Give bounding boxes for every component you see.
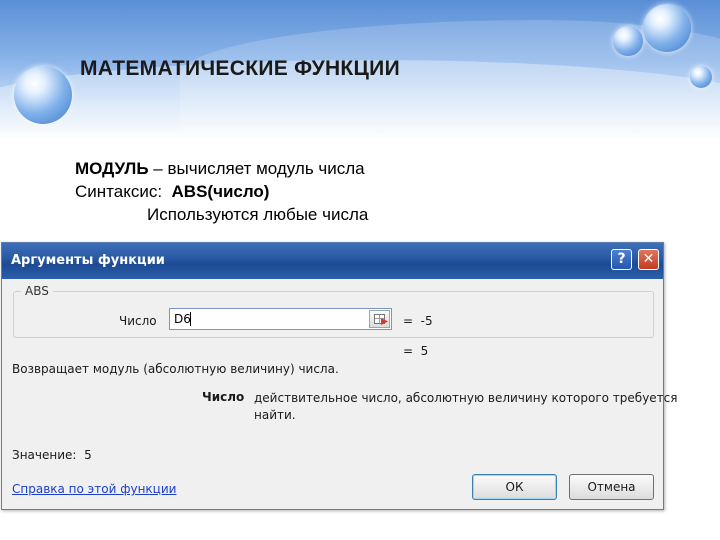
decorative-bubble: [14, 66, 72, 124]
argument-label: Число: [119, 314, 157, 328]
decorative-bubble: [613, 26, 643, 56]
slide-body: МОДУЛЬ – вычисляет модуль числа Синтакси…: [75, 157, 368, 226]
help-on-function-link[interactable]: Справка по этой функции: [12, 482, 176, 496]
formula-result-value: Значение: 5: [12, 448, 92, 462]
slide-title: МАТЕМАТИЧЕСКИЕ ФУНКЦИИ: [80, 57, 400, 80]
cancel-button[interactable]: Отмена: [569, 474, 654, 500]
function-result: = 5: [403, 344, 429, 358]
decorative-bubble: [643, 4, 691, 52]
function-name-legend: ABS: [21, 284, 53, 298]
argument-help-name: Число: [202, 390, 245, 404]
range-select-icon[interactable]: [369, 310, 390, 328]
close-icon[interactable]: ✕: [638, 249, 659, 270]
text-caret: [190, 312, 191, 326]
function-arguments-dialog: Аргументы функции ? ✕ ABS Число D6 = -5 …: [1, 242, 677, 510]
body-line-1: МОДУЛЬ – вычисляет модуль числа: [75, 157, 368, 180]
ok-button[interactable]: ОК: [472, 474, 557, 500]
syntax-value: ABS(число): [171, 182, 270, 201]
dialog-title: Аргументы функции: [11, 253, 165, 268]
help-icon[interactable]: ?: [611, 249, 632, 270]
argument-input[interactable]: D6: [169, 308, 392, 330]
decorative-bubble: [690, 66, 712, 88]
argument-evaluated-value: = -5: [403, 314, 433, 328]
argument-input-value: D6: [174, 312, 191, 326]
argument-help-line-1: действительное число, абсолютную величин…: [254, 391, 678, 405]
function-description: – вычисляет модуль числа: [148, 159, 365, 178]
body-line-3: Используются любые числа: [147, 205, 369, 224]
function-description: Возвращает модуль (абсолютную величину) …: [12, 362, 339, 376]
function-name-bold: МОДУЛЬ: [75, 159, 149, 178]
syntax-label: Синтаксис:: [75, 182, 172, 201]
argument-help-text: действительное число, абсолютную величин…: [254, 390, 677, 424]
body-line-2: Синтаксис: ABS(число): [75, 180, 368, 203]
dialog-titlebar[interactable]: Аргументы функции ? ✕: [2, 243, 663, 279]
argument-help-line-2: найти.: [254, 408, 296, 422]
